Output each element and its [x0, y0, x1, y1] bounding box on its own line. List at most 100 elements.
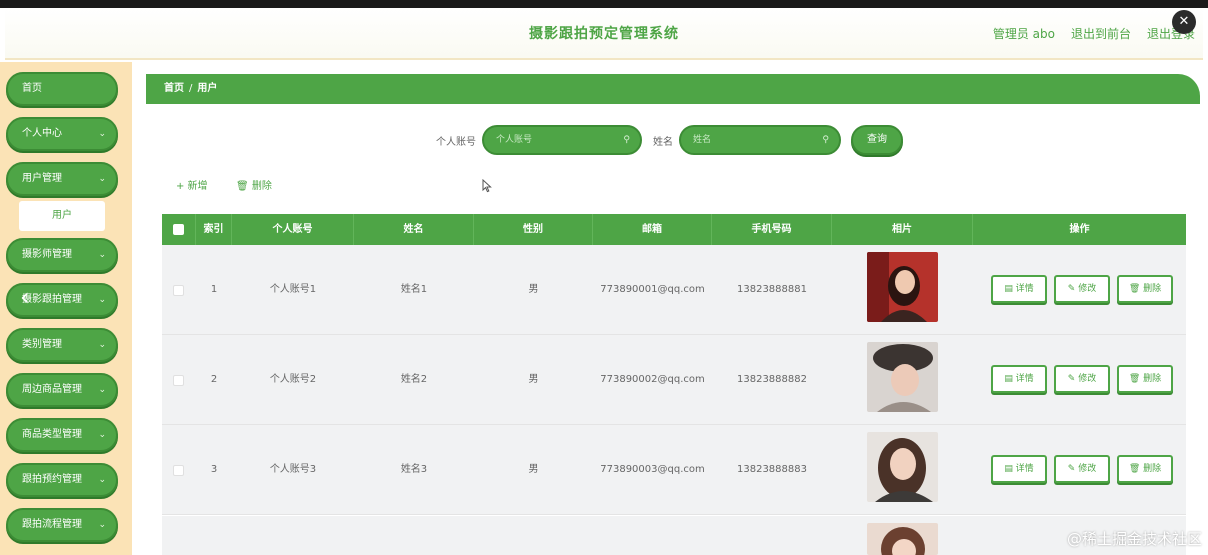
- account-label: 个人账号: [436, 136, 476, 148]
- sidebar-item-label: 首页: [22, 83, 42, 94]
- cell-index: 3: [210, 464, 218, 475]
- row-actions: ▤ 详情 ✎ 修改 🗑 删除: [991, 275, 1173, 303]
- sidebar-item-product-type-management[interactable]: 商品类型管理 ⌄: [6, 418, 118, 452]
- breadcrumb-current: 用户: [197, 83, 218, 94]
- sidebar-item-photographer-management[interactable]: 摄影师管理 ⌄: [6, 238, 118, 272]
- name-placeholder: 姓名: [693, 135, 712, 145]
- delete-button[interactable]: 🗑 删除: [1117, 275, 1173, 303]
- cell-phone: 13823888882: [737, 374, 807, 385]
- search-icon: ⚲: [623, 135, 630, 145]
- cell-gender: 男: [528, 374, 539, 385]
- window-top-bar: [0, 0, 1208, 8]
- search-icon: ⚲: [822, 135, 829, 145]
- sidebar-item-label: 摄影师管理: [22, 249, 72, 260]
- cell-account: 个人账号3: [269, 464, 317, 475]
- table-row: [162, 516, 1186, 555]
- cell-index: 1: [210, 284, 218, 295]
- cell-email: 773890001@qq.com: [600, 284, 705, 295]
- name-label: 姓名: [653, 136, 673, 148]
- chevron-down-icon: ⌄: [98, 520, 106, 530]
- chevron-down-icon: ⌄: [98, 430, 106, 440]
- sidebar-item-label: 跟拍预约管理: [22, 474, 82, 485]
- sidebar-item-user-management[interactable]: 用户管理 ⌄: [6, 162, 118, 196]
- chevron-down-icon: ⌄: [98, 174, 106, 184]
- sidebar-item-personal-center[interactable]: 个人中心 ⌄: [6, 117, 118, 151]
- cell-index: 2: [210, 374, 218, 385]
- query-button[interactable]: 查询: [851, 125, 903, 155]
- col-photo: 相片: [832, 214, 973, 245]
- carousel-prev-icon[interactable]: ‹: [20, 283, 30, 311]
- sidebar-item-merchandise-management[interactable]: 周边商品管理 ⌄: [6, 373, 118, 407]
- header-user-area: 管理员 abo 退出到前台 退出登录: [993, 25, 1195, 42]
- row-checkbox[interactable]: [173, 375, 184, 386]
- account-placeholder: 个人账号: [496, 135, 533, 145]
- delete-button[interactable]: 🗑 删除: [1117, 455, 1173, 483]
- user-photo: [867, 432, 938, 502]
- cell-name: 姓名3: [400, 464, 428, 475]
- col-actions: 操作: [1069, 224, 1090, 235]
- row-checkbox[interactable]: [173, 285, 184, 296]
- col-phone: 手机号码: [712, 214, 832, 245]
- watermark: @稀土掘金技术社区: [1066, 530, 1202, 548]
- edit-button[interactable]: ✎ 修改: [1054, 275, 1110, 303]
- sidebar-item-label: 商品类型管理: [22, 429, 82, 440]
- sidebar-item-label: 个人中心: [22, 128, 62, 139]
- admin-label: 管理员 abo: [992, 27, 1055, 41]
- sidebar-item-label: 周边商品管理: [22, 384, 82, 395]
- cell-gender: 男: [528, 464, 539, 475]
- edit-button[interactable]: ✎ 修改: [1054, 455, 1110, 483]
- table-row: 1 个人账号1 姓名1 男 773890001@qq.com 138238888…: [162, 245, 1186, 335]
- chevron-down-icon: ⌄: [98, 250, 106, 260]
- table-row: 3 个人账号3 姓名3 男 773890003@qq.com 138238888…: [162, 425, 1186, 515]
- user-photo: [867, 252, 938, 322]
- detail-button[interactable]: ▤ 详情: [991, 455, 1047, 483]
- col-index: 索引: [196, 214, 232, 245]
- close-icon[interactable]: ✕: [1172, 10, 1196, 34]
- batch-delete-button[interactable]: 🗑 删除: [236, 177, 272, 192]
- account-search-input[interactable]: 个人账号 ⚲: [482, 125, 642, 155]
- name-search-group: 姓名 姓名 ⚲: [653, 125, 841, 155]
- edit-button[interactable]: ✎ 修改: [1054, 365, 1110, 393]
- col-name: 姓名: [354, 214, 474, 245]
- user-photo: [867, 342, 938, 412]
- select-all-cell: [162, 214, 196, 245]
- app-header: 摄影跟拍预定管理系统 管理员 abo 退出到前台 退出登录: [5, 8, 1203, 60]
- mouse-cursor-icon: [482, 178, 492, 196]
- cell-gender: 男: [528, 284, 539, 295]
- detail-button[interactable]: ▤ 详情: [991, 275, 1047, 303]
- chevron-down-icon: ⌄: [98, 295, 106, 305]
- chevron-down-icon: ⌄: [98, 129, 106, 139]
- cell-phone: 13823888883: [737, 464, 807, 475]
- exit-front-link[interactable]: 退出到前台: [1071, 25, 1131, 42]
- name-search-input[interactable]: 姓名 ⚲: [679, 125, 841, 155]
- breadcrumb-home[interactable]: 首页: [164, 83, 184, 94]
- select-all-checkbox[interactable]: [173, 224, 184, 235]
- user-photo: [867, 523, 938, 555]
- breadcrumb: 首页 / 用户: [146, 74, 1200, 104]
- sidebar-item-label: 类别管理: [22, 339, 62, 350]
- sidebar-item-booking-management[interactable]: 跟拍预约管理 ⌄: [6, 463, 118, 497]
- cell-name: 姓名1: [400, 284, 428, 295]
- sidebar-subitem-users[interactable]: 用户: [19, 201, 105, 231]
- sidebar-item-label: 摄影跟拍管理: [22, 294, 82, 305]
- table-header: 索引 个人账号 姓名 性别 邮箱 手机号码 相片 操作: [162, 214, 1186, 245]
- delete-button[interactable]: 🗑 删除: [1117, 365, 1173, 393]
- table-row: 2 个人账号2 姓名2 男 773890002@qq.com 138238888…: [162, 335, 1186, 425]
- sidebar-item-label: 跟拍流程管理: [22, 519, 82, 530]
- sidebar-item-process-management[interactable]: 跟拍流程管理 ⌄: [6, 508, 118, 542]
- row-checkbox[interactable]: [173, 465, 184, 476]
- col-gender: 性别: [474, 214, 593, 245]
- add-button[interactable]: + 新增: [176, 177, 208, 192]
- sidebar-item-home[interactable]: 首页: [6, 72, 118, 106]
- cell-email: 773890003@qq.com: [600, 464, 705, 475]
- row-actions: ▤ 详情 ✎ 修改 🗑 删除: [991, 365, 1173, 393]
- sidebar-item-label: 用户管理: [22, 173, 62, 184]
- sidebar-item-category-management[interactable]: 类别管理 ⌄: [6, 328, 118, 362]
- detail-button[interactable]: ▤ 详情: [991, 365, 1047, 393]
- col-email: 邮箱: [593, 214, 712, 245]
- chevron-down-icon: ⌄: [98, 340, 106, 350]
- breadcrumb-separator: /: [189, 83, 193, 94]
- chevron-down-icon: ⌄: [98, 475, 106, 485]
- cell-phone: 13823888881: [737, 284, 807, 295]
- chevron-down-icon: ⌄: [98, 385, 106, 395]
